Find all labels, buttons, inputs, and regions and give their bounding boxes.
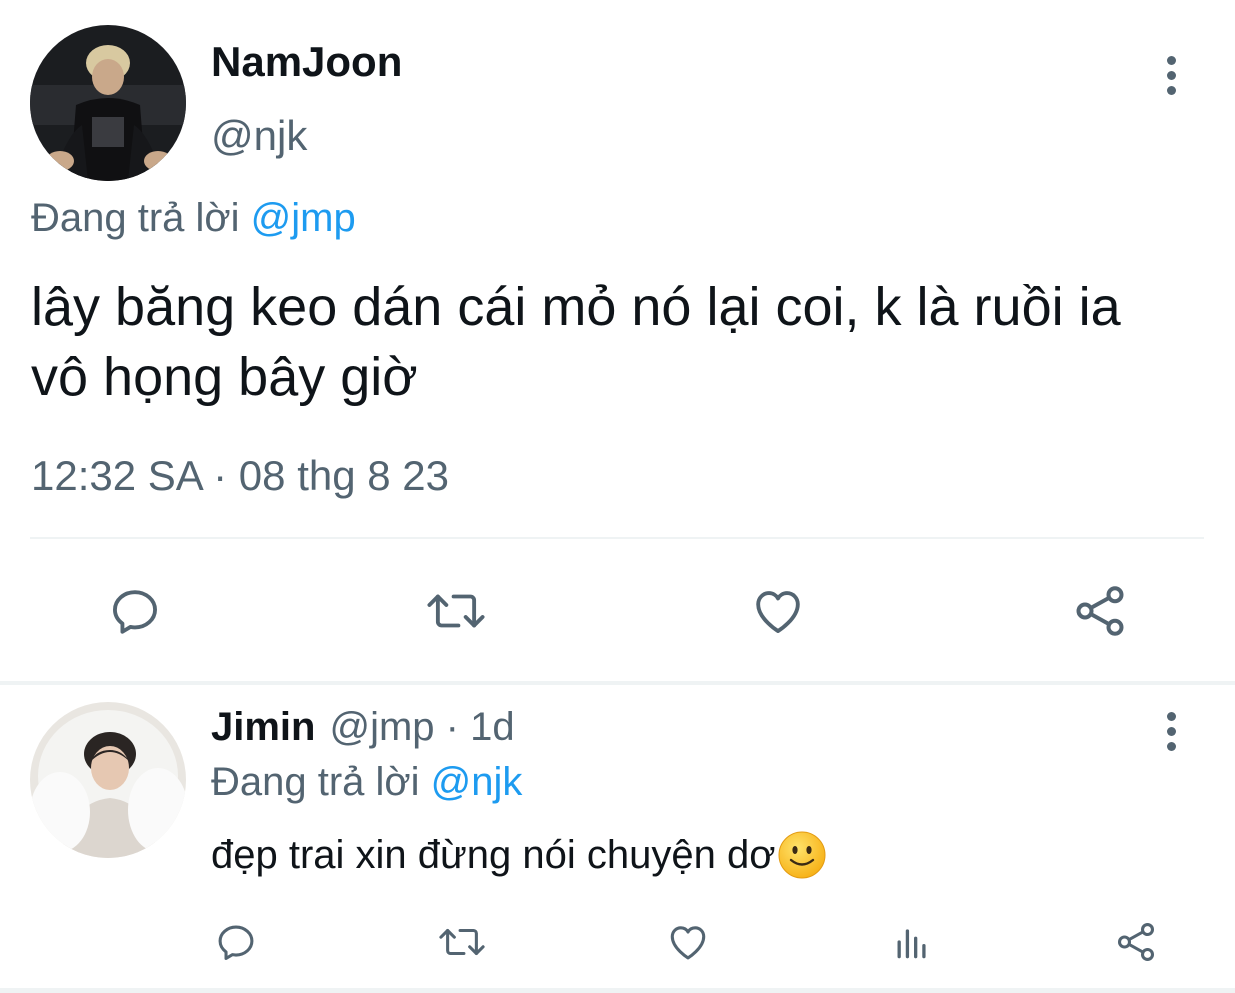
reply-share-button[interactable]	[1108, 914, 1164, 970]
retweet-icon	[427, 594, 485, 628]
analytics-icon	[897, 929, 926, 959]
reply-author-display-name[interactable]: Jimin	[211, 705, 315, 749]
section-divider	[0, 681, 1235, 685]
slightly-smiling-face-icon	[778, 831, 826, 879]
more-dot	[1166, 70, 1176, 80]
reply-time[interactable]: 1d	[470, 705, 515, 749]
tweet-text-line: vô họng bây giờ	[31, 347, 418, 407]
reply-more-options-button[interactable]	[1156, 706, 1186, 756]
divider	[0, 988, 1235, 993]
reply-icon	[113, 590, 157, 634]
retweet-icon	[439, 928, 485, 956]
reply-mention-link[interactable]: @njk	[431, 760, 523, 804]
reply-context: Đang trả lời @jmp	[31, 196, 356, 241]
reply-icon	[218, 925, 254, 961]
more-dot	[1166, 711, 1176, 721]
reply-reply-button[interactable]	[206, 914, 266, 970]
more-dot	[1166, 726, 1176, 736]
reply-context-prefix: Đang trả lời	[211, 760, 420, 804]
reply-tweet-text: đẹp trai xin đừng nói chuyện dơ	[211, 830, 827, 880]
tweet-text-line: lây băng keo dán cái mỏ nó lại coi, k là…	[31, 277, 1121, 337]
separator-dot: ·	[445, 705, 459, 749]
like-icon	[756, 591, 800, 633]
reply-header: Jimin @jmp · 1d	[211, 705, 515, 750]
reply-context-prefix: Đang trả lời	[31, 196, 240, 240]
reply-analytics-button[interactable]	[884, 914, 940, 970]
like-icon	[670, 926, 706, 960]
main-tweet: NamJoon @njk Đang trả lời @jmp lây băng …	[0, 0, 1235, 683]
avatar-jimin[interactable]	[30, 702, 186, 858]
reply-mention-link[interactable]: @jmp	[251, 196, 356, 240]
share-icon	[1076, 586, 1124, 636]
more-dot	[1166, 741, 1176, 751]
avatar-image	[30, 702, 186, 858]
reply-context: Đang trả lời @njk	[211, 760, 522, 805]
more-dot	[1166, 55, 1176, 65]
reply-retweet-button[interactable]	[430, 914, 494, 970]
author-display-name[interactable]: NamJoon	[211, 38, 402, 86]
reply-like-button[interactable]	[658, 914, 718, 970]
tweet-text: lây băng keo dán cái mỏ nó lại coi, k là…	[31, 272, 1221, 412]
more-options-button[interactable]	[1156, 50, 1186, 100]
avatar-image	[30, 25, 186, 181]
author-handle[interactable]: @njk	[211, 112, 307, 160]
avatar-namjoon[interactable]	[30, 25, 186, 181]
share-button[interactable]	[1066, 578, 1134, 644]
divider	[30, 537, 1204, 539]
tweet-timestamp[interactable]: 12:32 SA · 08 thg 8 23	[31, 452, 449, 500]
reply-button[interactable]	[100, 578, 170, 644]
reply-text-content: đẹp trai xin đừng nói chuyện dơ	[211, 832, 776, 877]
share-icon	[1117, 923, 1155, 961]
retweet-button[interactable]	[420, 578, 492, 644]
like-button[interactable]	[744, 578, 812, 644]
more-dot	[1166, 85, 1176, 95]
reply-author-handle[interactable]: @jmp	[329, 705, 434, 749]
